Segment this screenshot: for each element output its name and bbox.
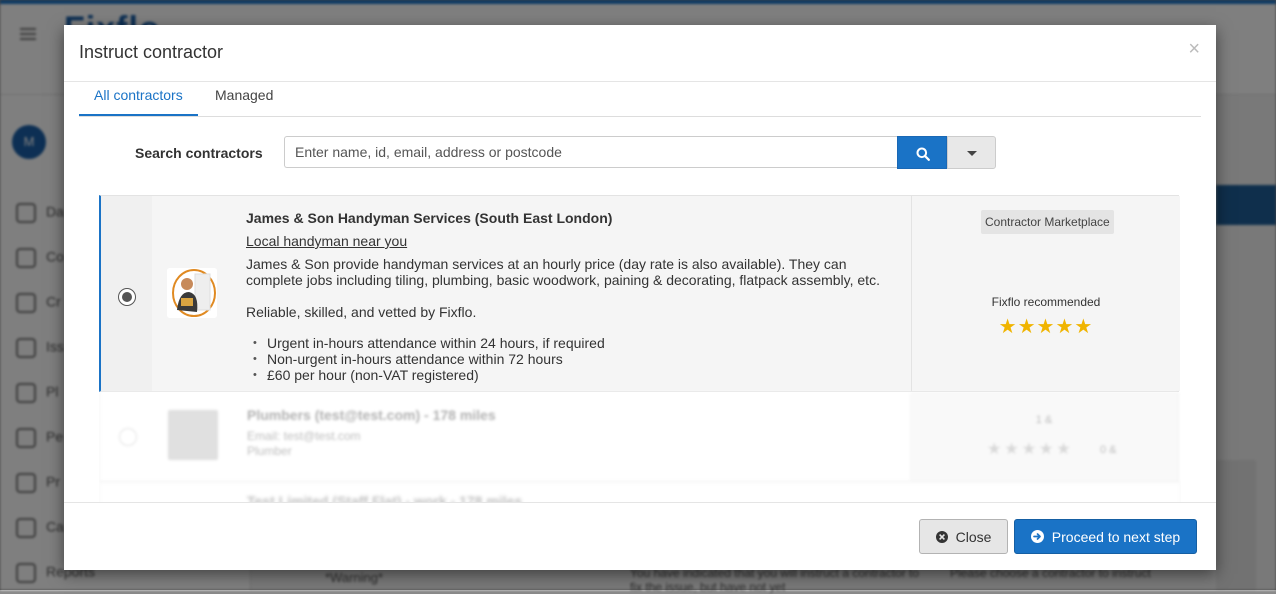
review-count: 0 &: [1100, 444, 1117, 456]
proceed-next-step-button[interactable]: Proceed to next step: [1014, 519, 1197, 554]
close-button[interactable]: Close: [919, 519, 1008, 554]
contractor-row[interactable]: Test Limited (Staff Flat) - work - 178 m…: [99, 482, 1181, 502]
contractor-name: Test Limited (Staff Flat) - work - 178 m…: [247, 493, 523, 502]
contractor-radio[interactable]: [118, 288, 136, 306]
camera-icon: [168, 410, 218, 460]
search-label: Search contractors: [135, 145, 263, 161]
contractor-row[interactable]: James & Son Handyman Services (South Eas…: [99, 195, 1180, 392]
contractor-radio[interactable]: [119, 428, 137, 446]
star-rating: ★★★★★: [987, 441, 1074, 458]
feature-item: £60 per hour (non-VAT registered): [246, 367, 605, 383]
marketplace-badge: Contractor Marketplace: [981, 210, 1114, 234]
thumbnail-column: [152, 196, 233, 391]
search-input[interactable]: [284, 136, 897, 168]
contractor-rating-panel: Contractor Marketplace Fixflo recommende…: [911, 196, 1180, 391]
close-button-label: Close: [955, 528, 992, 545]
search-button[interactable]: [897, 136, 947, 169]
search-icon: [916, 147, 930, 161]
contractor-row[interactable]: Plumbers (test@test.com) - 178 miles Ema…: [99, 392, 1179, 482]
contractor-email: Email: test@test.com: [247, 429, 361, 443]
modal-header: Instruct contractor ×: [64, 25, 1216, 82]
modal-footer: Close Proceed to next step: [64, 502, 1216, 570]
contractor-rating-panel: [910, 392, 1178, 481]
contractor-list[interactable]: James & Son Handyman Services (South Eas…: [99, 195, 1181, 502]
instruct-contractor-modal: Instruct contractor × All contractors Ma…: [64, 25, 1216, 570]
close-circle-icon: [935, 530, 948, 543]
contractor-name: Plumbers (test@test.com) - 178 miles: [247, 407, 496, 423]
search-options-dropdown[interactable]: [947, 136, 996, 169]
tab-managed[interactable]: Managed: [200, 82, 288, 116]
contractor-features: Urgent in-hours attendance within 24 hou…: [246, 335, 605, 383]
contractor-tagline: Local handyman near you: [246, 233, 408, 249]
contractor-logo: [167, 268, 217, 318]
modal-title: Instruct contractor: [79, 42, 224, 62]
radio-dot: [122, 292, 132, 302]
radio-column: [101, 196, 153, 391]
arrow-circle-right-icon: [1030, 530, 1044, 543]
close-icon[interactable]: ×: [1188, 39, 1200, 59]
feature-item: Non-urgent in-hours attendance within 72…: [246, 351, 605, 367]
handyman-image: [167, 268, 217, 318]
contractor-tabs: All contractors Managed: [79, 82, 1201, 117]
job-count: 1 &: [1035, 414, 1053, 426]
tab-all-contractors[interactable]: All contractors: [79, 82, 198, 116]
proceed-button-label: Proceed to next step: [1051, 528, 1181, 545]
contractor-description: James & Son provide handyman services at…: [246, 256, 880, 288]
caret-down-icon: [967, 151, 977, 156]
contractor-name: James & Son Handyman Services (South Eas…: [246, 210, 613, 226]
contractor-type: Plumber: [247, 444, 292, 458]
star-rating: ★★★★★: [998, 316, 1094, 338]
contractor-vetted-note: Reliable, skilled, and vetted by Fixflo.: [246, 304, 477, 320]
feature-item: Urgent in-hours attendance within 24 hou…: [246, 335, 605, 351]
recommendation-label: Fixflo recommended: [991, 295, 1101, 309]
contractor-details: James & Son Handyman Services (South Eas…: [231, 196, 911, 391]
